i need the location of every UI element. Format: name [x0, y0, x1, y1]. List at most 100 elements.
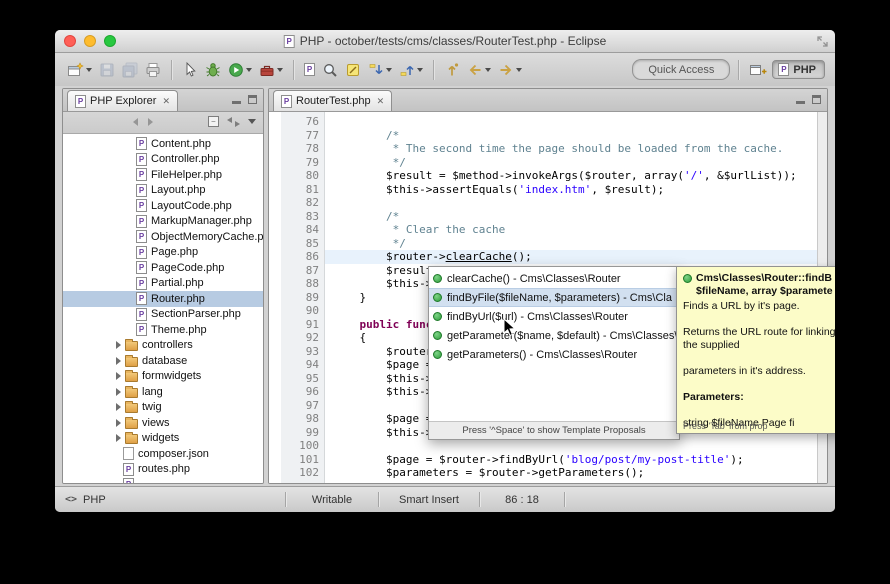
tree-item-twig[interactable]: twig — [63, 400, 263, 416]
selection-tool-button[interactable] — [180, 58, 200, 82]
tree-item-content-php[interactable]: PContent.php — [63, 136, 263, 152]
debug-button[interactable] — [203, 58, 223, 82]
collapse-all-icon[interactable]: – — [208, 116, 219, 127]
link-with-editor-icon[interactable] — [227, 116, 240, 127]
expand-arrow-icon[interactable] — [116, 434, 121, 442]
titlebar[interactable]: P PHP - october/tests/cms/classes/Router… — [55, 30, 835, 53]
expand-arrow-icon[interactable] — [116, 357, 121, 365]
tree-item-markupmanager-php[interactable]: PMarkupManager.php — [63, 214, 263, 230]
tree-item-controllers[interactable]: controllers — [63, 338, 263, 354]
tree-item-label: Layout.php — [151, 184, 205, 196]
save-button[interactable] — [97, 58, 117, 82]
expand-arrow-icon[interactable] — [116, 341, 121, 349]
code-line[interactable]: */ — [325, 237, 817, 251]
dropdown-chevron-icon[interactable] — [277, 68, 283, 72]
tree-item-routes-php[interactable]: Proutes.php — [63, 462, 263, 478]
tree-item-pagecode-php[interactable]: PPageCode.php — [63, 260, 263, 276]
tree-item-layout-php[interactable]: P Layout.php — [63, 183, 263, 199]
code-line[interactable]: /* — [325, 129, 817, 143]
php-icon: P — [136, 184, 147, 197]
quick-access-input[interactable] — [632, 59, 730, 80]
tab-routertest-php[interactable]: P RouterTest.php ✕ — [273, 90, 392, 111]
proposal-item[interactable]: findByUrl($url) - Cms\Classes\Router — [429, 307, 679, 326]
last-edit-location-button[interactable] — [442, 58, 462, 82]
tree-item-objectmemorycache-php[interactable]: PObjectMemoryCache.php — [63, 229, 263, 245]
tree-item-label: Page.php — [151, 246, 198, 258]
dropdown-chevron-icon[interactable] — [417, 68, 423, 72]
view-menu-icon[interactable] — [248, 119, 256, 124]
code-line[interactable]: $result = $method->invokeArgs($router, a… — [325, 169, 817, 183]
proposal-item[interactable]: clearCache() - Cms\Classes\Router — [429, 269, 679, 288]
external-tools-button[interactable] — [257, 58, 285, 82]
back-icon[interactable] — [133, 118, 138, 126]
tree-item-partial-php[interactable]: PPartial.php — [63, 276, 263, 292]
close-icon[interactable]: ✕ — [377, 97, 385, 106]
code-line[interactable]: $parameters = $router->getParameters(); — [325, 466, 817, 480]
tree-item-sectionparser-php[interactable]: PSectionParser.php — [63, 307, 263, 323]
tree-item-views[interactable]: views — [63, 415, 263, 431]
tree-item-layoutcode-php[interactable]: PLayoutCode.php — [63, 198, 263, 214]
minimize-editor-icon[interactable] — [796, 101, 805, 104]
close-icon[interactable]: ✕ — [162, 97, 170, 106]
tree-item-label: formwidgets — [142, 370, 201, 382]
php-perspective-button[interactable]: P PHP — [772, 60, 825, 79]
run-button[interactable] — [226, 58, 254, 82]
expand-arrow-icon[interactable] — [116, 419, 121, 427]
dropdown-chevron-icon[interactable] — [386, 68, 392, 72]
dropdown-chevron-icon[interactable] — [86, 68, 92, 72]
search-button[interactable] — [320, 58, 340, 82]
zoom-window-button[interactable] — [104, 35, 116, 47]
save-all-button[interactable] — [120, 58, 140, 82]
back-button[interactable] — [465, 58, 493, 82]
dropdown-chevron-icon[interactable] — [485, 68, 491, 72]
minimize-view-icon[interactable] — [232, 101, 241, 104]
code-line[interactable]: * The second time the page should be loa… — [325, 142, 817, 156]
tree-item[interactable]: P — [63, 477, 263, 483]
forward-icon[interactable] — [148, 118, 153, 126]
code-line[interactable]: */ — [325, 156, 817, 170]
php-web-page-button[interactable]: P — [302, 58, 317, 82]
expand-arrow-icon[interactable] — [116, 388, 121, 396]
code-line[interactable]: $router->clearCache(); — [325, 250, 817, 264]
tree-item-controller-php[interactable]: PController.php — [63, 152, 263, 168]
tree-item-composer-json[interactable]: composer.json — [63, 446, 263, 462]
tree-item-database[interactable]: database — [63, 353, 263, 369]
tree-item-filehelper-php[interactable]: PFileHelper.php — [63, 167, 263, 183]
code-line[interactable]: /* — [325, 210, 817, 224]
line-number-ruler[interactable]: 7677787980818283848586878889909192939495… — [281, 112, 325, 483]
code-line[interactable] — [325, 115, 817, 129]
tree-item-theme-php[interactable]: PTheme.php — [63, 322, 263, 338]
tree-item-router-php[interactable]: PRouter.php — [63, 291, 263, 307]
proposal-item[interactable]: getParameter($name, $default) - Cms\Clas… — [429, 326, 679, 345]
maximize-view-icon[interactable] — [248, 95, 257, 104]
minimize-window-button[interactable] — [84, 35, 96, 47]
dropdown-chevron-icon[interactable] — [246, 68, 252, 72]
code-line[interactable]: * Clear the cache — [325, 223, 817, 237]
tab-php-explorer[interactable]: P PHP Explorer ✕ — [67, 90, 178, 111]
open-perspective-button[interactable] — [747, 58, 769, 82]
tree-item-formwidgets[interactable]: formwidgets — [63, 369, 263, 385]
code-line[interactable]: $page = $router->findByUrl('blog/post/my… — [325, 453, 817, 467]
next-annotation-button[interactable] — [366, 58, 394, 82]
close-window-button[interactable] — [64, 35, 76, 47]
code-line[interactable]: $this->assertEquals('index.htm', $result… — [325, 183, 817, 197]
statusbar-label: PHP — [83, 494, 106, 506]
fullscreen-icon[interactable] — [817, 36, 828, 47]
tree-item-widgets[interactable]: widgets — [63, 431, 263, 447]
code-line[interactable] — [325, 439, 817, 453]
new-wizard-button[interactable] — [65, 58, 94, 82]
dropdown-chevron-icon[interactable] — [516, 68, 522, 72]
maximize-editor-icon[interactable] — [812, 95, 821, 104]
expand-arrow-icon[interactable] — [116, 403, 121, 411]
tree-item-lang[interactable]: lang — [63, 384, 263, 400]
expand-arrow-icon[interactable] — [116, 372, 121, 380]
previous-annotation-button[interactable] — [397, 58, 425, 82]
proposal-item[interactable]: findByFile($fileName, $parameters) - Cms… — [429, 288, 679, 307]
forward-button[interactable] — [496, 58, 524, 82]
caret-position-status[interactable]: 86 : 18 — [480, 494, 564, 506]
tree-item-page-php[interactable]: PPage.php — [63, 245, 263, 261]
code-line[interactable] — [325, 196, 817, 210]
print-button[interactable] — [143, 58, 163, 82]
mark-occurrences-button[interactable] — [343, 58, 363, 82]
proposal-item[interactable]: getParameters() - Cms\Classes\Router — [429, 345, 679, 364]
